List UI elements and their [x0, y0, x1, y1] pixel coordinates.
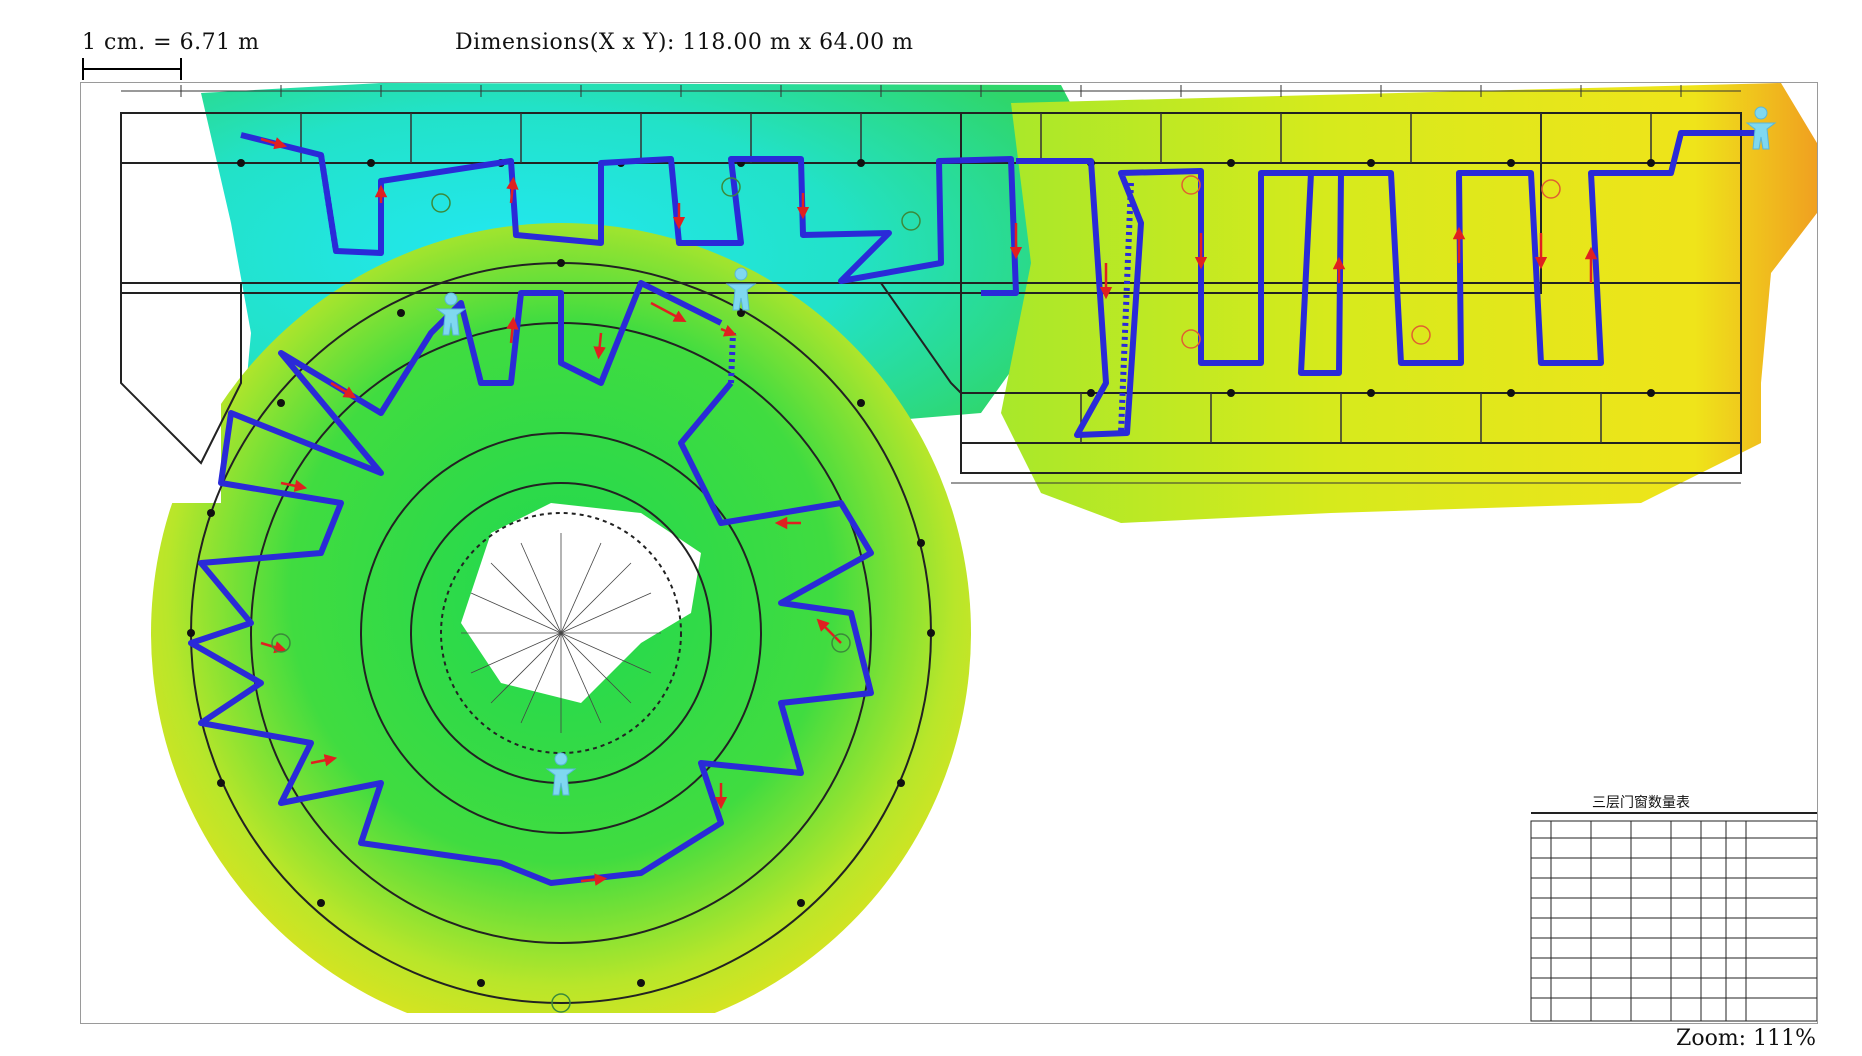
floor-plan: 三层门窗数量表	[81, 83, 1817, 1023]
zoom-label: Zoom: 111%	[1676, 1026, 1816, 1051]
heatmap-canvas[interactable]: 三层门窗数量表	[80, 82, 1818, 1024]
dimensions-label: Dimensions(X x Y): 118.00 m x 64.00 m	[455, 30, 914, 55]
scale-bar	[82, 58, 182, 80]
scale-label: 1 cm. = 6.71 m	[82, 30, 260, 55]
table-title: 三层门窗数量表	[1592, 794, 1690, 811]
